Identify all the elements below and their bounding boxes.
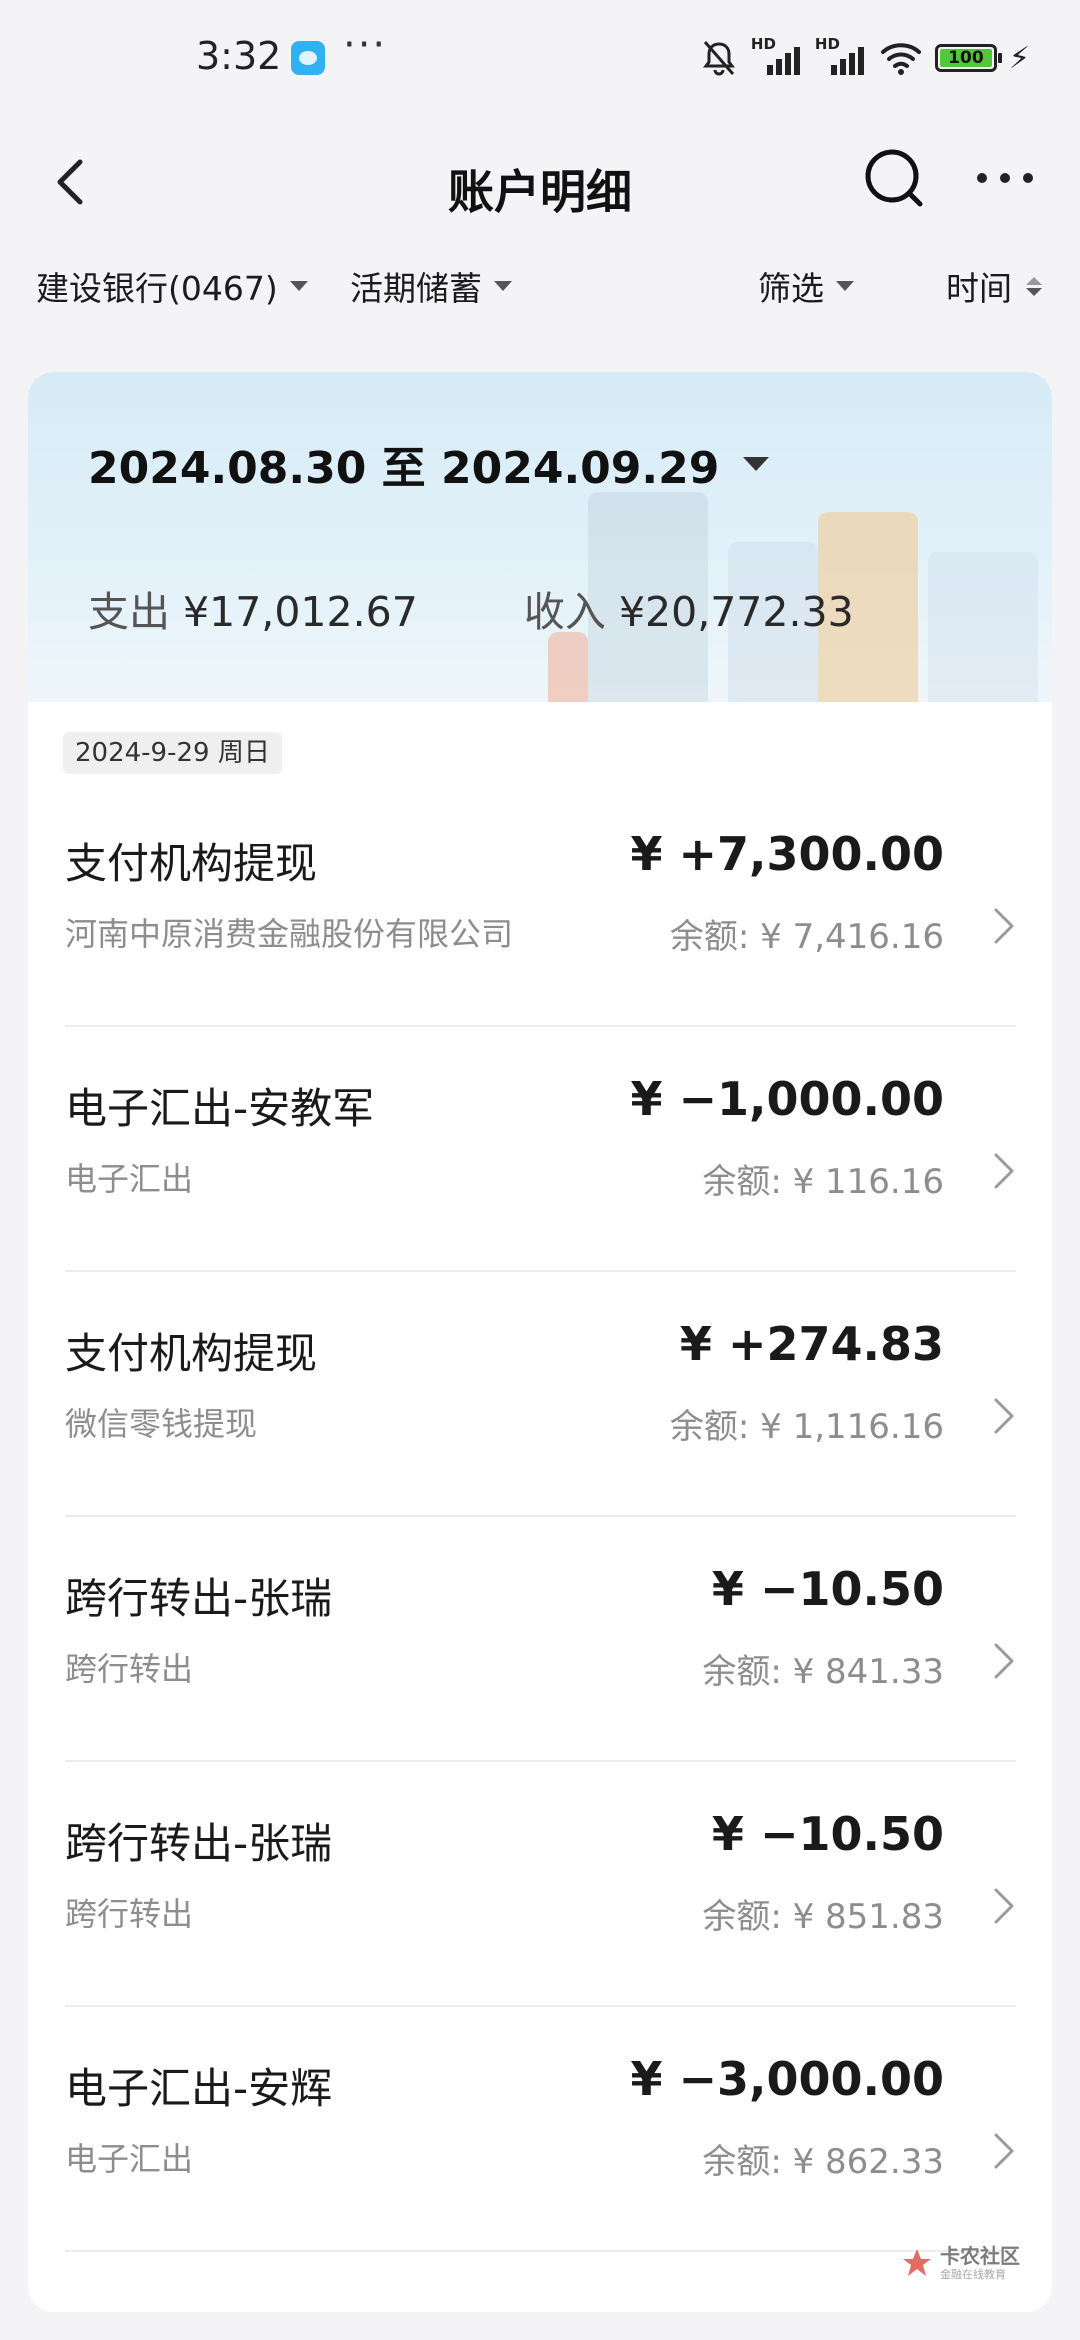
transaction-row[interactable]: 电子汇出-安辉 ¥ −3,000.00 电子汇出 余额: ¥ 862.33 <box>28 2007 1052 2252</box>
transaction-balance: 余额: ¥ 841.33 <box>702 1652 944 1692</box>
chevron-right-icon <box>994 908 1014 944</box>
expense-total: ¥17,012.67 <box>183 588 418 636</box>
transaction-balance: 余额: ¥ 1,116.16 <box>669 1407 944 1447</box>
transaction-title: 支付机构提现 <box>65 839 318 888</box>
watermark-text: 卡农社区 <box>940 2244 1020 2268</box>
transaction-amount: ¥ −1,000.00 <box>630 1072 944 1126</box>
filter-label: 筛选 <box>758 269 824 308</box>
more-notifications-icon: ··· <box>343 22 388 68</box>
signal-2-icon: HD <box>815 35 867 75</box>
transaction-counterparty: 微信零钱提现 <box>65 1405 258 1443</box>
transaction-title: 跨行转出-张瑞 <box>65 1574 333 1623</box>
charging-icon: ⚡ <box>1008 40 1030 76</box>
date-group-label: 2024-9-29 周日 <box>63 732 282 774</box>
more-dots-icon <box>977 173 1033 183</box>
chevron-right-icon <box>994 1398 1014 1434</box>
account-type-label: 活期储蓄 <box>350 269 482 308</box>
chevron-right-icon <box>994 1888 1014 1924</box>
transaction-row[interactable]: 跨行转出-张瑞 ¥ −10.50 跨行转出 余额: ¥ 841.33 <box>28 1517 1052 1762</box>
app-header: 账户明细 <box>0 120 1080 240</box>
transaction-row[interactable]: 跨行转出-张瑞 ¥ −10.50 跨行转出 余额: ¥ 851.83 <box>28 1762 1052 2007</box>
transaction-row[interactable]: 支付机构提现 ¥ +7,300.00 河南中原消费金融股份有限公司 余额: ¥ … <box>28 782 1052 1027</box>
transaction-counterparty: 跨行转出 <box>65 1650 194 1688</box>
transaction-row[interactable]: 电子汇出-安教军 ¥ −1,000.00 电子汇出 余额: ¥ 116.16 <box>28 1027 1052 1272</box>
dropdown-arrow-icon <box>836 281 854 291</box>
transaction-title: 电子汇出-安辉 <box>65 2064 333 2113</box>
transaction-amount: ¥ −10.50 <box>711 1562 944 1616</box>
period-summary-banner: 2024.08.30 至 2024.09.29 支出 ¥17,012.67 收入… <box>28 372 1052 702</box>
income-label: 收入 <box>523 588 606 636</box>
transaction-title: 跨行转出-张瑞 <box>65 1819 333 1868</box>
filter-bar: 建设银行(0467) 活期储蓄 筛选 时间 <box>0 250 1080 320</box>
transaction-amount: ¥ +7,300.00 <box>630 827 944 881</box>
transaction-counterparty: 河南中原消费金融股份有限公司 <box>65 915 514 953</box>
transaction-amount: ¥ −3,000.00 <box>630 2052 944 2106</box>
search-icon <box>865 149 923 207</box>
filter-button[interactable]: 筛选 <box>758 262 854 310</box>
dropdown-arrow-icon <box>743 457 770 471</box>
watermark-subtext: 金融在线教育 <box>940 2268 1006 2281</box>
period-totals: 支出 ¥17,012.67 收入 ¥20,772.33 <box>88 578 854 638</box>
transaction-title: 支付机构提现 <box>65 1329 318 1378</box>
transaction-row[interactable]: 支付机构提现 ¥ +274.83 微信零钱提现 余额: ¥ 1,116.16 <box>28 1272 1052 1517</box>
signal-1-icon: HD <box>751 35 803 75</box>
sort-arrows-icon <box>1026 276 1042 296</box>
app-notification-icon <box>291 41 325 75</box>
divider <box>65 2250 1016 2252</box>
watermark-logo-icon <box>903 2249 931 2276</box>
search-button[interactable] <box>860 144 930 214</box>
transaction-balance: 余额: ¥ 851.83 <box>702 1897 944 1937</box>
status-time: 3:32 <box>196 34 282 78</box>
transaction-balance: 余额: ¥ 116.16 <box>702 1162 944 1202</box>
transaction-balance: 余额: ¥ 862.33 <box>702 2142 944 2182</box>
date-range-selector[interactable]: 2024.08.30 至 2024.09.29 <box>88 432 770 496</box>
transaction-amount: ¥ −10.50 <box>711 1807 944 1861</box>
transactions-card: 2024.08.30 至 2024.09.29 支出 ¥17,012.67 收入… <box>28 372 1052 2312</box>
dropdown-arrow-icon <box>494 281 512 291</box>
account-label: 建设银行(0467) <box>36 269 278 308</box>
watermark: 卡农社区 金融在线教育 <box>900 2246 1020 2280</box>
mute-bell-icon <box>702 41 735 76</box>
chevron-right-icon <box>994 2133 1014 2169</box>
sort-time-button[interactable]: 时间 <box>946 262 1042 310</box>
more-button[interactable] <box>970 148 1040 208</box>
chevron-right-icon <box>994 1153 1014 1189</box>
income-total: ¥20,772.33 <box>618 588 854 636</box>
transaction-counterparty: 电子汇出 <box>65 2140 194 2178</box>
transaction-counterparty: 电子汇出 <box>65 1160 194 1198</box>
account-selector[interactable]: 建设银行(0467) <box>36 262 308 310</box>
date-range-label: 2024.08.30 至 2024.09.29 <box>88 443 720 494</box>
transaction-amount: ¥ +274.83 <box>679 1317 944 1371</box>
transaction-title: 电子汇出-安教军 <box>65 1084 375 1133</box>
status-bar: 3:32 ··· HD HD 100 ⚡ <box>0 0 1080 120</box>
account-type-selector[interactable]: 活期储蓄 <box>350 262 512 310</box>
chevron-right-icon <box>994 1643 1014 1679</box>
transaction-counterparty: 跨行转出 <box>65 1895 194 1933</box>
wifi-icon <box>880 43 921 75</box>
transaction-balance: 余额: ¥ 7,416.16 <box>669 917 944 957</box>
status-icons: HD HD 100 ⚡ <box>699 35 1030 80</box>
battery-icon: 100 <box>934 44 1002 72</box>
dropdown-arrow-icon <box>289 281 308 291</box>
expense-label: 支出 <box>88 588 170 636</box>
sort-label: 时间 <box>946 269 1012 308</box>
